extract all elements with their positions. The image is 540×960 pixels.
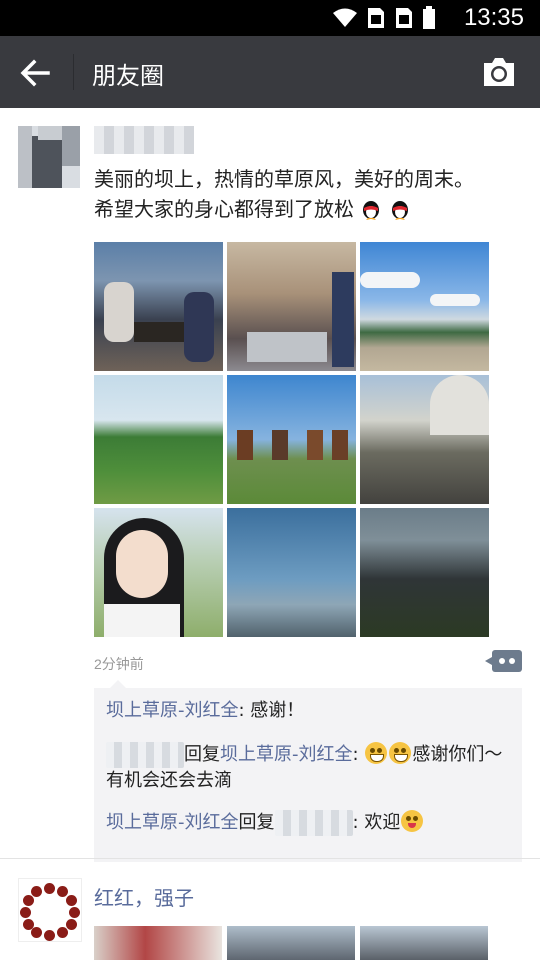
comment-section: 坝上草原-刘红全: 感谢！ ^ 回复坝上草原-刘红全: 感谢你们～有机会还会去滴… — [94, 680, 522, 862]
avatar[interactable] — [18, 126, 80, 188]
photo-green-hills[interactable] — [94, 375, 223, 504]
back-arrow-icon[interactable] — [18, 56, 52, 90]
photo-yurt-group[interactable] — [360, 375, 489, 504]
comment-text: : 欢迎 — [352, 812, 401, 833]
post-divider — [0, 858, 540, 859]
username-blurred[interactable] — [94, 126, 194, 154]
camera-icon[interactable] — [482, 56, 516, 88]
comment-item[interactable]: 坝上草原-刘红全: 感谢！ — [106, 698, 510, 724]
wink-tongue-emoji-icon — [401, 810, 424, 832]
comment-item[interactable]: ^ 回复坝上草原-刘红全: 感谢你们～有机会还会去滴 — [106, 742, 510, 794]
comment-text: : 感谢！ — [238, 700, 305, 721]
photo-group-dinner[interactable] — [227, 242, 356, 371]
avatar[interactable] — [18, 878, 82, 942]
reply-to-name-blurred[interactable]: ^ — [274, 810, 353, 836]
page-title: 朋友圈 — [92, 62, 164, 90]
comment-item[interactable]: 坝上草原-刘红全回复^ : 欢迎 — [106, 810, 510, 836]
photo-bbq[interactable] — [94, 242, 223, 371]
status-icons — [332, 6, 436, 30]
photo-thumbnail[interactable] — [94, 926, 222, 960]
photo-selfie-portrait[interactable] — [94, 508, 223, 637]
comment-like-menu-button[interactable] — [485, 650, 522, 672]
commenter-name-blurred[interactable]: ^ — [106, 742, 185, 768]
grin-emoji-icon — [365, 742, 388, 764]
status-bar: 13:35 — [0, 0, 540, 36]
wifi-icon — [333, 8, 357, 27]
status-time: 13:35 — [463, 4, 524, 31]
username[interactable]: 红红，强子 — [94, 882, 194, 911]
reply-word: 回复 — [238, 812, 275, 833]
grin-emoji-icon — [389, 742, 412, 764]
photo-blue-sky-mountains[interactable] — [227, 508, 356, 637]
moment-post: 红红，强子 — [0, 870, 540, 960]
commenter-name[interactable]: 坝上草原-刘红全 — [106, 700, 239, 721]
sim-card-icon — [396, 8, 412, 28]
reply-to-name[interactable]: 坝上草原-刘红全 — [220, 744, 353, 765]
photo-thumbnail[interactable] — [227, 926, 355, 960]
post-text-line2: 希望大家的身心都得到了放松 — [94, 197, 354, 221]
post-text-line: 美丽的坝上，热情的草原风，美好的周末。 — [94, 167, 474, 191]
photo-dusk-mountains[interactable] — [360, 508, 489, 637]
header-bar: 朋友圈 — [0, 36, 540, 108]
comment-text: : — [352, 744, 365, 765]
qq-penguin-icon — [363, 201, 380, 220]
post-timestamp: 2分钟前 — [94, 656, 144, 672]
sim-card-icon — [368, 8, 384, 28]
photo-horse-riding[interactable] — [227, 375, 356, 504]
post-text: 美丽的坝上，热情的草原风，美好的周末。 希望大家的身心都得到了放松 — [94, 164, 514, 224]
reply-word: 回复 — [184, 744, 221, 765]
post-text-line: 希望大家的身心都得到了放松 — [94, 194, 514, 224]
battery-icon — [423, 6, 435, 29]
commenter-name[interactable]: 坝上草原-刘红全 — [106, 812, 239, 833]
photo-grassland-sky[interactable] — [360, 242, 489, 371]
qq-penguin-icon — [391, 201, 408, 220]
header-divider — [73, 54, 74, 90]
photo-thumbnail[interactable] — [360, 926, 488, 960]
